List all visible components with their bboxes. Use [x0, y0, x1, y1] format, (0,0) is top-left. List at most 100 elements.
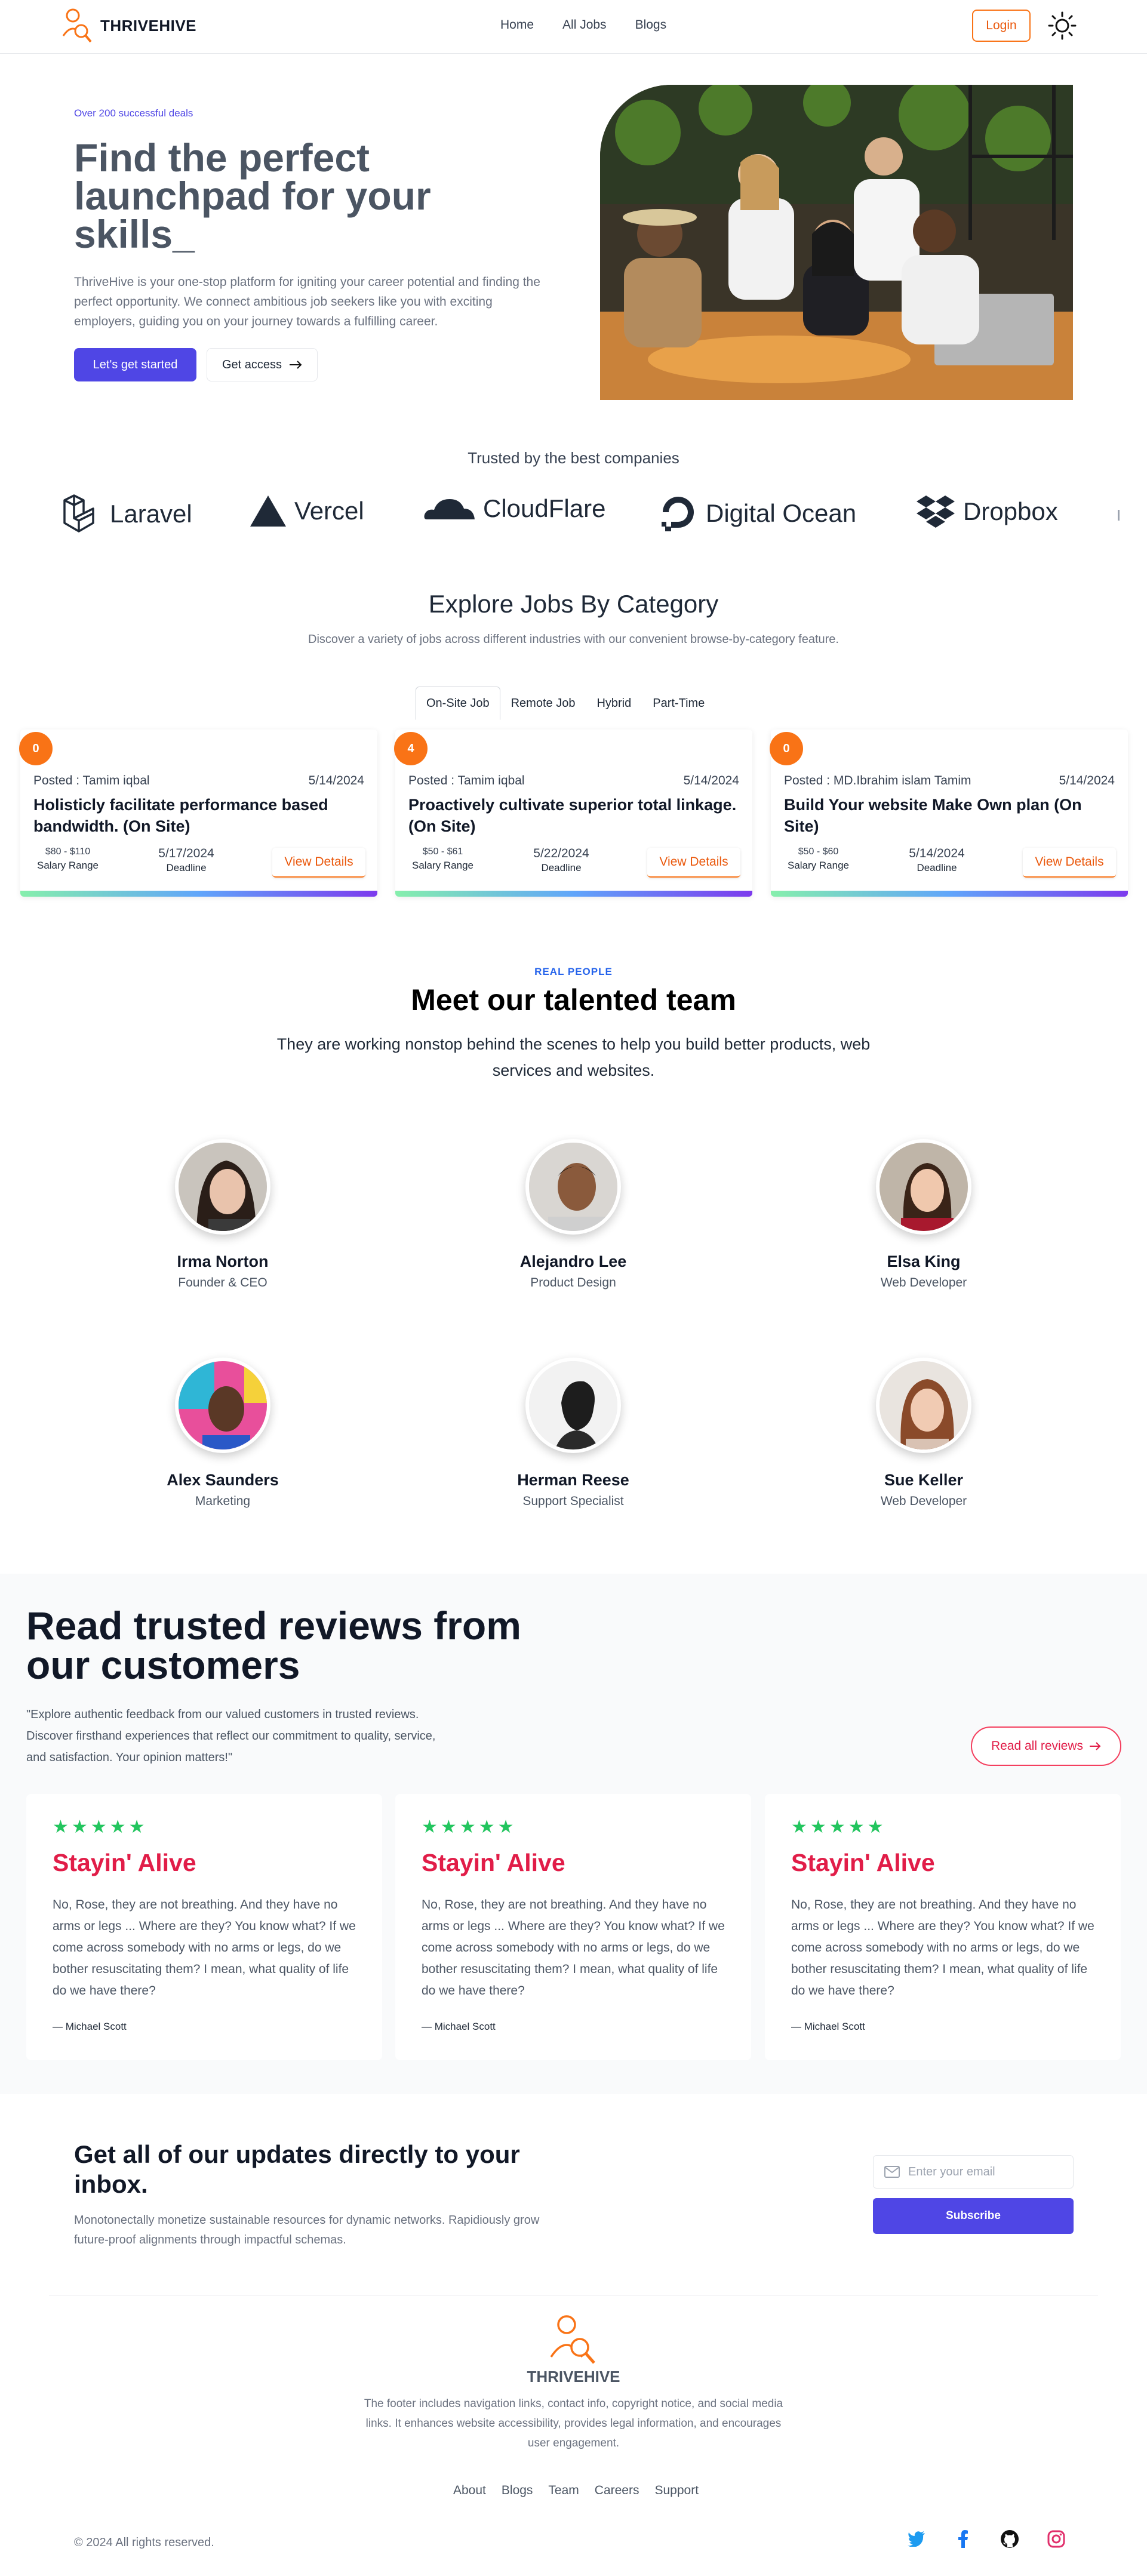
footer-link-careers[interactable]: Careers	[595, 2483, 639, 2498]
twitter-icon[interactable]	[905, 2528, 928, 2550]
team-member-card: Alejandro Lee Product Design	[478, 1139, 669, 1290]
digital-ocean-logo: Digital Ocean	[658, 493, 856, 534]
hero-team-photo	[600, 85, 1073, 400]
tab-remote-job[interactable]: Remote Job	[500, 687, 586, 720]
job-card[interactable]: 4 Posted : Tamim iqbal 5/14/2024 Proacti…	[394, 730, 752, 897]
avatar	[525, 1139, 621, 1235]
footer-description: The footer includes navigation links, co…	[364, 2398, 783, 2449]
get-access-button[interactable]: Get access	[207, 348, 318, 381]
nav-link-home[interactable]: Home	[500, 18, 534, 32]
social-links	[905, 2528, 1068, 2550]
job-posted-by: Posted : MD.Ibrahim islam Tamim	[784, 774, 971, 787]
dropbox-label: Dropbox	[963, 497, 1058, 525]
deadline-value: 5/22/2024	[533, 847, 589, 860]
member-role: Product Design	[530, 1276, 616, 1289]
member-role: Web Developer	[880, 1276, 967, 1289]
review-text: No, Rose, they are not breathing. And th…	[791, 1898, 1094, 1998]
job-posted-date: 5/14/2024	[683, 774, 739, 787]
footer-brand: THRIVEHIVE	[527, 2368, 620, 2386]
vercel-label: Vercel	[294, 497, 364, 525]
nav-link-blogs[interactable]: Blogs	[635, 18, 667, 32]
star-rating: ★ ★ ★ ★ ★	[422, 1817, 514, 1838]
footer-link-blogs[interactable]: Blogs	[502, 2483, 533, 2498]
salary-value: $80 - $110	[45, 847, 91, 857]
team-member-card: Elsa King Web Developer	[828, 1139, 1019, 1290]
star-icon: ★	[459, 1817, 476, 1837]
laravel-icon	[63, 494, 94, 533]
job-title: Holisticly facilitate performance based …	[33, 796, 328, 835]
job-deadline: 5/22/2024 Deadline	[525, 847, 597, 874]
footer-link-team[interactable]: Team	[548, 2483, 579, 2498]
tab-on-site-job[interactable]: On-Site Job	[416, 687, 500, 720]
subscribe-button[interactable]: Subscribe	[873, 2198, 1074, 2234]
newsletter-title: Get all of our updates directly to your …	[74, 2140, 520, 2198]
company-logos: Laravel Vercel CloudFlare Digital Ocean …	[0, 493, 1147, 541]
tab-hybrid[interactable]: Hybrid	[586, 687, 642, 720]
top-navbar: THRIVEHIVE Home All Jobs Blogs Login	[0, 0, 1147, 54]
job-card[interactable]: 0 Posted : Tamim iqbal 5/14/2024 Holisti…	[19, 730, 377, 897]
member-name: Sue Keller	[884, 1471, 964, 1489]
job-search-logo-icon[interactable]	[544, 2309, 601, 2366]
nav-links: Home All Jobs Blogs	[500, 18, 666, 32]
github-icon[interactable]	[998, 2528, 1021, 2550]
avatar	[876, 1139, 971, 1235]
view-details-button[interactable]: View Details	[1023, 848, 1116, 878]
star-icon: ★	[848, 1817, 865, 1837]
newsletter-description: Monotonectally monetize sustainable reso…	[74, 2214, 540, 2246]
brand-logo[interactable]: THRIVEHIVE	[60, 5, 196, 47]
star-icon: ★	[128, 1817, 145, 1837]
get-started-button[interactable]: Let's get started	[74, 348, 196, 381]
salary-value: $50 - $60	[798, 847, 839, 857]
hero-description: ThriveHive is your one-stop platform for…	[74, 275, 540, 328]
job-card[interactable]: 0 Posted : MD.Ibrahim islam Tamim 5/14/2…	[770, 730, 1128, 897]
mail-icon	[884, 2166, 900, 2178]
job-badge: 4	[394, 732, 428, 765]
email-field[interactable]: Enter your email	[873, 2155, 1074, 2189]
salary-label: Salary Range	[787, 860, 849, 871]
salary-label: Salary Range	[411, 860, 473, 871]
nav-link-all-jobs[interactable]: All Jobs	[562, 18, 607, 32]
job-posted-date: 5/14/2024	[1059, 774, 1115, 787]
job-salary: $80 - $110 Salary Range	[33, 847, 102, 872]
instagram-icon[interactable]	[1045, 2528, 1068, 2550]
salary-label: Salary Range	[36, 860, 99, 871]
logo-marquee-edge	[1118, 510, 1120, 521]
star-icon: ★	[90, 1817, 107, 1837]
star-icon: ★	[478, 1817, 495, 1837]
view-details-button[interactable]: View Details	[647, 848, 740, 878]
deadline-label: Deadline	[166, 862, 207, 873]
cloudflare-label: CloudFlare	[483, 494, 606, 522]
member-name: Herman Reese	[517, 1471, 629, 1489]
star-icon: ★	[791, 1817, 807, 1837]
copyright: © 2024 All rights reserved.	[74, 2536, 214, 2549]
member-name: Alex Saunders	[167, 1471, 279, 1489]
footer-link-about[interactable]: About	[453, 2483, 486, 2498]
star-icon: ★	[422, 1817, 438, 1837]
dropbox-icon	[917, 495, 955, 528]
digital-ocean-label: Digital Ocean	[706, 499, 857, 527]
reviews-description: "Explore authentic feedback from our val…	[26, 1708, 436, 1764]
avatar	[175, 1358, 270, 1453]
job-salary: $50 - $61 Salary Range	[408, 847, 477, 872]
job-title: Proactively cultivate superior total lin…	[408, 796, 737, 835]
login-button[interactable]: Login	[972, 10, 1031, 42]
deadline-value: 5/14/2024	[909, 847, 965, 860]
star-icon: ★	[109, 1817, 126, 1837]
avatar	[175, 1139, 270, 1235]
gradient-bar	[771, 891, 1128, 897]
footer-links: About Blogs Team Careers Support	[453, 2483, 699, 2498]
tab-part-time[interactable]: Part-Time	[642, 687, 715, 720]
avatar	[525, 1358, 621, 1453]
member-name: Elsa King	[887, 1252, 961, 1270]
member-role: Marketing	[195, 1494, 251, 1508]
job-title: Build Your website Make Own plan (On Sit…	[784, 796, 1082, 835]
read-all-reviews-button[interactable]: Read all reviews	[971, 1726, 1121, 1766]
footer-link-support[interactable]: Support	[654, 2483, 699, 2498]
digital-ocean-icon	[662, 497, 694, 531]
job-search-logo-icon	[62, 8, 92, 43]
theme-toggle-sun-icon[interactable]	[1047, 10, 1078, 41]
review-title: Stayin' Alive	[791, 1849, 935, 1876]
view-details-button[interactable]: View Details	[272, 848, 365, 878]
review-text: No, Rose, they are not breathing. And th…	[422, 1898, 725, 1998]
facebook-icon[interactable]	[952, 2528, 974, 2550]
